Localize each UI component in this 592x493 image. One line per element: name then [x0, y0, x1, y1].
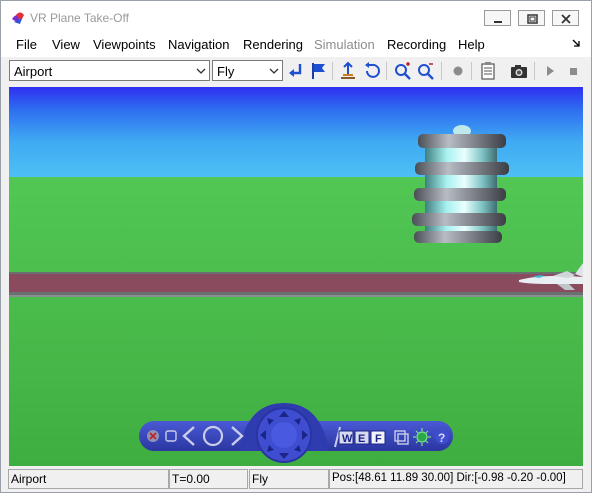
chevron-down-icon	[196, 68, 206, 74]
navigation-select-value: Fly	[217, 64, 235, 79]
menu-file[interactable]: File	[16, 37, 37, 52]
close-icon	[561, 14, 571, 24]
camera-icon[interactable]	[509, 61, 529, 81]
runway	[9, 272, 583, 297]
walk-mode-label: W	[342, 433, 353, 445]
undo-move-icon[interactable]	[362, 61, 382, 81]
toolbar: Airport Fly	[1, 57, 591, 86]
return-to-viewpoint-icon[interactable]	[286, 61, 306, 81]
status-navigation-mode: Fly	[249, 469, 329, 489]
close-button[interactable]	[552, 10, 579, 26]
straighten-up-icon[interactable]	[338, 61, 358, 81]
zoom-out-icon[interactable]	[416, 61, 436, 81]
fly-mode-label: F	[375, 433, 382, 445]
toolbar-separator	[386, 62, 387, 80]
menu-bar: File View Viewpoints Navigation Renderin…	[1, 33, 591, 57]
app-icon	[12, 12, 24, 24]
viewpoint-select-value: Airport	[14, 64, 53, 79]
menu-viewpoints[interactable]: Viewpoints	[93, 37, 156, 52]
menu-rendering[interactable]: Rendering	[243, 37, 303, 52]
create-viewpoint-icon[interactable]	[308, 61, 328, 81]
zoom-in-icon[interactable]	[393, 61, 413, 81]
menu-navigation[interactable]: Navigation	[168, 37, 229, 52]
menu-help[interactable]: Help	[458, 37, 485, 52]
status-position: Pos:[48.61 11.89 30.00] Dir:[-0.98 -0.20…	[329, 469, 583, 489]
application-window: VR Plane Take-Off File View Viewpoints N…	[0, 0, 592, 493]
play-icon[interactable]	[540, 61, 560, 81]
svg-text:?: ?	[438, 431, 445, 445]
virtual-world-scene[interactable]: W E F ?	[9, 87, 583, 466]
chevron-down-icon	[269, 68, 279, 74]
capture-settings-icon[interactable]	[478, 61, 498, 81]
minimize-icon	[494, 21, 502, 23]
minimize-button[interactable]	[484, 10, 511, 26]
maximize-button[interactable]	[518, 10, 545, 26]
stop-icon[interactable]	[563, 61, 583, 81]
menu-recording[interactable]: Recording	[387, 37, 446, 52]
window-title: VR Plane Take-Off	[30, 11, 129, 25]
status-time: T=0.00	[169, 469, 248, 489]
title-bar[interactable]: VR Plane Take-Off	[1, 1, 591, 33]
control-tower	[412, 125, 509, 243]
toolbar-separator	[534, 62, 535, 80]
status-viewpoint: Airport	[8, 469, 169, 489]
menu-view[interactable]: View	[52, 37, 80, 52]
record-icon[interactable]	[448, 61, 468, 81]
toolbar-separator	[471, 62, 472, 80]
undock-arrow-icon[interactable]	[572, 39, 581, 48]
toolbar-separator	[441, 62, 442, 80]
maximize-icon	[527, 14, 538, 24]
vr-viewport[interactable]: W E F ?	[9, 87, 583, 466]
toolbar-separator	[332, 62, 333, 80]
viewpoint-select[interactable]: Airport	[9, 60, 210, 81]
navigation-select[interactable]: Fly	[212, 60, 283, 81]
menu-simulation[interactable]: Simulation	[314, 37, 375, 52]
status-bar: Airport T=0.00 Fly Pos:[48.61 11.89 30.0…	[1, 467, 591, 492]
examine-mode-label: E	[358, 433, 365, 445]
